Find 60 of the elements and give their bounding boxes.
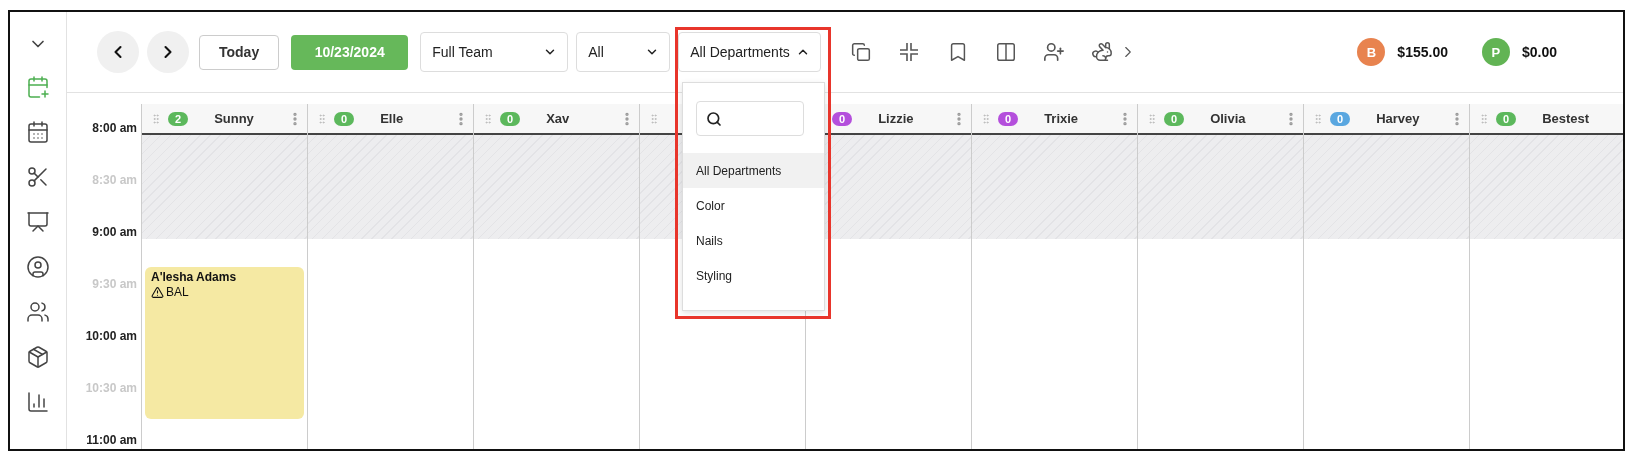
previous-button[interactable] [97, 31, 139, 73]
staff-name: Olivia [1210, 111, 1246, 126]
count-badge: 0 [832, 111, 853, 126]
staff-name: Bestest [1542, 111, 1590, 126]
drag-handle-icon[interactable] [1146, 112, 1158, 125]
total-amount: $0.00 [1521, 44, 1557, 60]
time-label: 9:00 am [92, 225, 137, 239]
staff-name: Harvey [1376, 111, 1420, 126]
client-name: A'lesha Adams [151, 270, 237, 284]
avatar: P [1481, 38, 1510, 66]
count-badge: 2 [168, 111, 189, 126]
columns-icon[interactable] [995, 41, 1018, 63]
filter-select[interactable]: All Departments [678, 32, 822, 72]
drag-handle-icon[interactable] [482, 112, 494, 125]
total-amount: $155.00 [1397, 44, 1448, 60]
time-label: 11:00 am [86, 433, 137, 447]
scissors-icon[interactable] [26, 165, 50, 189]
count-badge: 0 [1164, 111, 1185, 126]
appointment-card[interactable]: A'lesha Adams BAL [145, 267, 304, 419]
staff-name: Sunny [214, 111, 254, 126]
count-badge: 0 [1496, 111, 1517, 126]
user-plus-icon[interactable] [1043, 41, 1066, 63]
staff-name: Xav [546, 111, 570, 126]
avatar: B [1357, 38, 1386, 66]
menu-option[interactable]: Styling [683, 258, 824, 293]
search-field[interactable] [696, 101, 804, 136]
drag-handle-icon[interactable] [648, 112, 660, 125]
filter-select[interactable]: Full Team [420, 32, 569, 72]
menu-option[interactable]: All Departments [683, 153, 824, 188]
staff-name: Elle [380, 111, 404, 126]
drag-handle-icon[interactable] [316, 112, 328, 125]
next-button[interactable] [147, 31, 189, 73]
search-icon [706, 110, 722, 127]
menu-option[interactable]: Nails [683, 223, 824, 258]
drag-handle-icon[interactable] [1312, 112, 1324, 125]
calendar-grid-icon[interactable] [26, 120, 50, 144]
appointment-note: BAL [166, 285, 189, 299]
users-icon[interactable] [26, 300, 50, 324]
drag-handle-icon[interactable] [980, 112, 992, 125]
today-button[interactable]: Today [199, 34, 280, 70]
drag-handle-icon[interactable] [150, 112, 162, 125]
menu-option[interactable]: Color [683, 188, 824, 223]
time-label: 8:00 am [92, 121, 137, 135]
bar-chart-icon[interactable] [26, 390, 50, 414]
count-badge: 0 [998, 111, 1019, 126]
warning-icon [151, 285, 164, 299]
rabbit-icon[interactable] [1091, 41, 1114, 63]
package-icon[interactable] [26, 345, 50, 369]
copy-icon[interactable] [851, 42, 872, 62]
staff-name: Lizzie [878, 111, 914, 126]
drag-handle-icon[interactable] [1478, 112, 1490, 125]
user-circle-icon[interactable] [26, 255, 50, 279]
count-badge: 0 [1330, 111, 1351, 126]
filter-select[interactable]: All [576, 32, 671, 72]
count-badge: 0 [334, 111, 355, 126]
staff-name: Trixie [1044, 111, 1079, 126]
presentation-icon[interactable] [26, 210, 50, 234]
time-label: 10:00 am [85, 329, 137, 343]
calendar-plus-icon[interactable] [26, 75, 50, 99]
count-badge: 0 [500, 111, 521, 126]
